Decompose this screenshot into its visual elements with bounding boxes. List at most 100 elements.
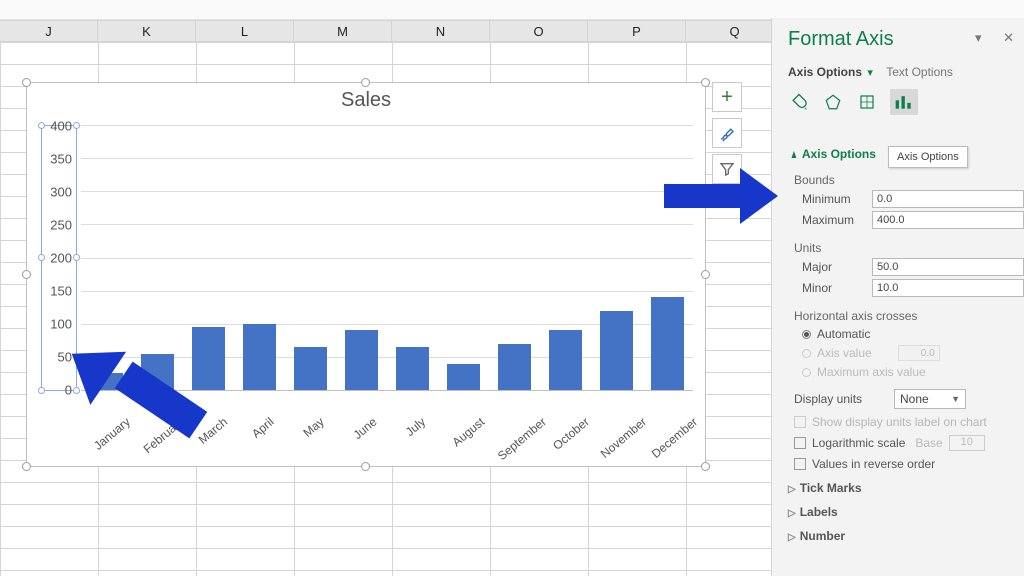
chart-styles-button[interactable] bbox=[712, 118, 742, 148]
bar[interactable] bbox=[447, 364, 480, 391]
minimum-row: Minimum Auto bbox=[802, 190, 1012, 208]
checkbox-icon bbox=[794, 437, 806, 449]
hcross-label: Horizontal axis crosses bbox=[794, 309, 1012, 323]
axis-options-tooltip: Axis Options bbox=[888, 146, 968, 168]
chart-title[interactable]: Sales bbox=[27, 83, 705, 112]
units-label: Units bbox=[794, 241, 1012, 255]
minor-row: Minor Auto bbox=[802, 279, 1012, 297]
display-units-select[interactable]: None ▼ bbox=[894, 389, 966, 409]
radio-icon bbox=[802, 368, 811, 377]
minor-label: Minor bbox=[802, 281, 872, 295]
maximum-row: Maximum Reset bbox=[802, 211, 1012, 229]
tab-caret-icon[interactable]: ▾ bbox=[867, 67, 873, 79]
hcross-axis-value-radio[interactable]: Axis value bbox=[802, 345, 1012, 361]
x-tick-label: June bbox=[350, 415, 379, 442]
col-header[interactable]: N bbox=[392, 21, 490, 41]
bounds-label: Bounds bbox=[794, 173, 1012, 187]
selection-handle[interactable] bbox=[22, 270, 31, 279]
bar[interactable] bbox=[600, 311, 633, 391]
size-properties-icon[interactable] bbox=[856, 91, 878, 113]
y-tick-label: 100 bbox=[50, 317, 72, 332]
column-header-row: J K L M N O P Q bbox=[0, 20, 771, 42]
y-tick-label: 300 bbox=[50, 185, 72, 200]
effects-icon[interactable] bbox=[822, 91, 844, 113]
bar[interactable] bbox=[498, 344, 531, 390]
x-tick-label: April bbox=[249, 415, 276, 441]
x-tick-label: December bbox=[648, 415, 699, 461]
axis-handle[interactable] bbox=[38, 254, 45, 261]
format-axis-pane: Format Axis ▾ ✕ Axis Options ▾ Text Opti… bbox=[771, 18, 1024, 576]
show-units-checkbox: Show display units label on chart bbox=[794, 415, 1012, 429]
display-units-row: Display units None ▼ bbox=[794, 389, 1012, 409]
chevron-down-icon: ▼ bbox=[951, 394, 960, 404]
axis-handle[interactable] bbox=[38, 122, 45, 129]
tab-text-options[interactable]: Text Options bbox=[886, 65, 953, 79]
col-header[interactable]: L bbox=[196, 21, 294, 41]
reverse-checkbox[interactable]: Values in reverse order bbox=[794, 457, 1012, 471]
y-tick-label: 400 bbox=[50, 119, 72, 134]
maximum-input[interactable] bbox=[872, 211, 1024, 229]
pane-menu-caret-icon[interactable]: ▾ bbox=[975, 30, 982, 45]
y-tick-label: 250 bbox=[50, 218, 72, 233]
col-header[interactable]: J bbox=[0, 21, 98, 41]
y-tick-label: 350 bbox=[50, 152, 72, 167]
minimum-label: Minimum bbox=[802, 192, 872, 206]
hcross-max-radio[interactable]: Maximum axis value bbox=[802, 365, 1012, 379]
bar[interactable] bbox=[294, 347, 327, 390]
y-axis-selected[interactable]: 050100150200250300350400 bbox=[41, 125, 77, 391]
pane-controls: ▾ ✕ bbox=[975, 30, 1014, 46]
annotation-arrow bbox=[664, 168, 784, 224]
hcross-automatic-radio[interactable]: Automatic bbox=[802, 327, 1012, 341]
plus-icon: + bbox=[721, 86, 733, 109]
selection-handle[interactable] bbox=[22, 78, 31, 87]
bar[interactable] bbox=[396, 347, 429, 390]
minor-input[interactable] bbox=[872, 279, 1024, 297]
section-tick-marks[interactable]: ▷Tick Marks bbox=[788, 481, 1012, 495]
bar[interactable] bbox=[243, 324, 276, 390]
selection-handle[interactable] bbox=[22, 462, 31, 471]
x-tick-label: August bbox=[449, 415, 487, 450]
x-tick-label: July bbox=[402, 415, 427, 439]
x-tick-label: November bbox=[597, 415, 648, 461]
bar[interactable] bbox=[549, 330, 582, 390]
y-tick-label: 200 bbox=[50, 251, 72, 266]
col-header[interactable]: O bbox=[490, 21, 588, 41]
bar[interactable] bbox=[345, 330, 378, 390]
window-bar bbox=[0, 0, 1024, 20]
pane-icon-row bbox=[788, 89, 1012, 115]
log-base-input: 10 bbox=[949, 435, 985, 451]
axis-handle[interactable] bbox=[73, 122, 80, 129]
col-header[interactable]: P bbox=[588, 21, 686, 41]
fill-line-icon[interactable] bbox=[788, 91, 810, 113]
bar[interactable] bbox=[651, 297, 684, 390]
minimum-input[interactable] bbox=[872, 190, 1024, 208]
axis-handle[interactable] bbox=[73, 254, 80, 261]
section-number[interactable]: ▷Number bbox=[788, 529, 1012, 543]
log-base-label: Base bbox=[915, 436, 942, 450]
pane-close-icon[interactable]: ✕ bbox=[1003, 30, 1014, 45]
col-header[interactable]: M bbox=[294, 21, 392, 41]
selection-handle[interactable] bbox=[361, 78, 370, 87]
x-tick-label: May bbox=[300, 415, 326, 440]
tab-axis-options[interactable]: Axis Options bbox=[788, 65, 862, 79]
checkbox-icon bbox=[794, 458, 806, 470]
x-tick-label: October bbox=[550, 415, 592, 453]
selection-handle[interactable] bbox=[701, 270, 710, 279]
radio-icon bbox=[802, 349, 811, 358]
major-row: Major Auto bbox=[802, 258, 1012, 276]
axis-handle[interactable] bbox=[38, 387, 45, 394]
major-label: Major bbox=[802, 260, 872, 274]
axis-options-icon[interactable] bbox=[890, 89, 918, 115]
y-tick-label: 150 bbox=[50, 284, 72, 299]
hcross-value-input bbox=[898, 345, 940, 361]
col-header[interactable]: Q bbox=[686, 21, 784, 41]
brush-icon bbox=[718, 124, 736, 142]
pane-tabs: Axis Options ▾ Text Options bbox=[788, 65, 1012, 79]
major-input[interactable] bbox=[872, 258, 1024, 276]
selection-handle[interactable] bbox=[701, 462, 710, 471]
section-labels[interactable]: ▷Labels bbox=[788, 505, 1012, 519]
col-header[interactable]: K bbox=[98, 21, 196, 41]
selection-handle[interactable] bbox=[701, 78, 710, 87]
log-scale-checkbox[interactable]: Logarithmic scale Base 10 bbox=[794, 435, 1012, 451]
chart-elements-button[interactable]: + bbox=[712, 82, 742, 112]
